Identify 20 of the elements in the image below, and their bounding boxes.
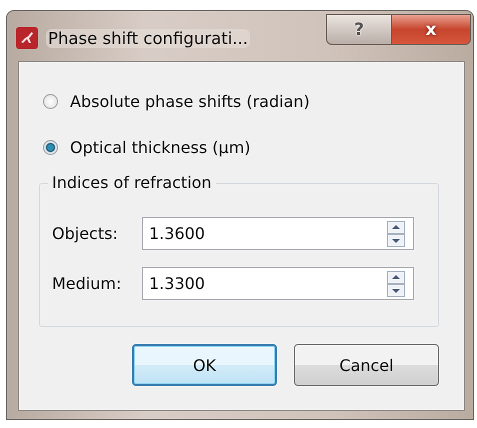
radio-button[interactable] — [43, 94, 58, 109]
help-button[interactable]: ? — [326, 14, 392, 45]
window-title: Phase shift configurati... — [46, 28, 250, 48]
close-button[interactable]: x — [392, 14, 471, 45]
spin-box[interactable]: 1.3600 — [142, 217, 414, 250]
spin-up-icon[interactable] — [387, 270, 405, 284]
app-icon — [16, 27, 38, 49]
field-label: Medium: — [52, 274, 122, 293]
value-field[interactable]: 1.3300 — [143, 273, 387, 294]
spin-box[interactable]: 1.3300 — [142, 267, 414, 300]
spin-up-icon[interactable] — [387, 220, 405, 234]
radio-label[interactable]: Absolute phase shifts (radian) — [70, 92, 310, 111]
dialog-button[interactable]: Cancel — [294, 344, 439, 386]
radio-button[interactable] — [43, 140, 58, 155]
value-field[interactable]: 1.3600 — [143, 223, 387, 244]
dialog-button[interactable]: OK — [132, 344, 277, 386]
radio-label[interactable]: Optical thickness (µm) — [70, 138, 251, 157]
field-label: Objects: — [52, 224, 119, 243]
spin-down-icon[interactable] — [387, 284, 405, 296]
spin-down-icon[interactable] — [387, 234, 405, 246]
